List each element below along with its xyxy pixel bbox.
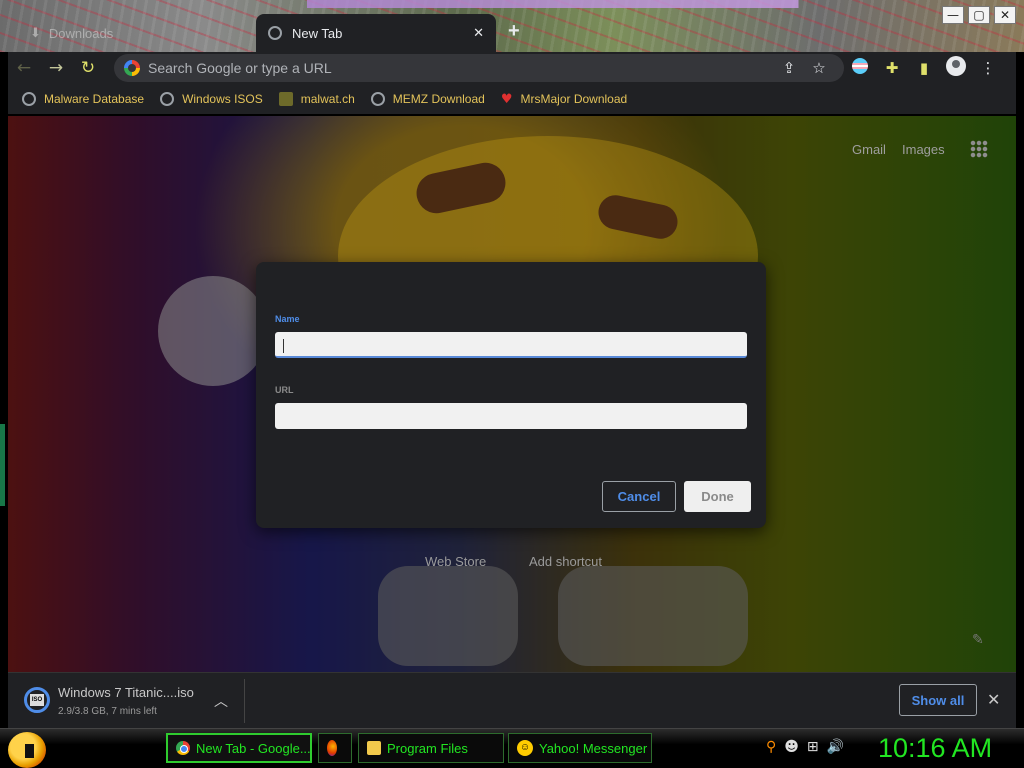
taskbar-program-files[interactable]: Program Files <box>358 733 504 763</box>
left-edge-handle[interactable] <box>0 424 5 506</box>
tab-new-tab[interactable]: New Tab ✕ <box>256 14 496 52</box>
bookmark-mrsmajor-download[interactable]: ♥ MrsMajor Download <box>501 92 627 107</box>
start-button[interactable] <box>8 732 46 768</box>
new-tab-plus-icon[interactable]: + <box>508 20 520 43</box>
heart-icon: ♥ <box>500 91 513 107</box>
side-panel-icon[interactable]: ▮ <box>908 59 940 77</box>
chevron-up-icon[interactable]: ︿ <box>214 691 228 711</box>
taskbar-item-label: Yahoo! Messenger <box>539 740 648 756</box>
google-apps-icon[interactable] <box>970 140 988 158</box>
minimize-button[interactable]: — <box>942 6 964 24</box>
bookmark-label: Malware Database <box>44 92 145 106</box>
google-logo-icon <box>124 60 140 76</box>
done-button[interactable]: Done <box>684 481 751 512</box>
firefox-icon <box>327 740 337 756</box>
extension-flag-icon[interactable] <box>844 58 876 78</box>
shortcut-add-shortcut[interactable]: Add shortcut <box>529 554 602 569</box>
maximize-button[interactable]: ▢ <box>968 6 990 24</box>
extensions-puzzle-icon[interactable]: ✚ <box>876 59 908 77</box>
downloads-bar: ISO Windows 7 Titanic....iso 2.9/3.8 GB,… <box>8 672 1016 728</box>
cancel-button[interactable]: Cancel <box>602 481 676 512</box>
omnibox[interactable]: Search Google or type a URL ⇪ ☆ <box>114 54 844 82</box>
gmail-link[interactable]: Gmail <box>852 142 886 157</box>
system-tray: ⚲ ☻ ⊞ 🔊 <box>766 739 844 755</box>
tab-globe-icon <box>268 26 282 40</box>
taskbar: New Tab - Google... Program Files ☺ Yaho… <box>0 728 1024 768</box>
yahoo-messenger-icon: ☺ <box>517 740 533 756</box>
url-input[interactable] <box>275 403 747 429</box>
omnibox-placeholder: Search Google or type a URL <box>148 60 332 76</box>
background-shoe-right <box>558 566 748 666</box>
kebab-menu-icon[interactable]: ⋮ <box>972 59 1004 77</box>
messenger-tray-icon[interactable]: ☻ <box>784 739 799 755</box>
back-arrow-icon[interactable]: ← <box>8 58 40 78</box>
window-controls: — ▢ ✕ <box>942 6 1016 24</box>
url-label: URL <box>275 385 294 395</box>
taskbar-item-label: Program Files <box>387 740 468 756</box>
reload-icon[interactable]: ↻ <box>72 58 104 78</box>
taskbar-clock[interactable]: 10:16 AM <box>878 733 992 764</box>
tab-new-tab-label: New Tab <box>292 25 343 41</box>
chrome-icon <box>176 741 190 755</box>
name-label: Name <box>275 314 300 324</box>
volume-icon[interactable]: 🔊 <box>827 739 844 755</box>
taskbar-yahoo-messenger[interactable]: ☺ Yahoo! Messenger <box>508 733 652 763</box>
tab-downloads[interactable]: ⬇ Downloads <box>18 14 254 52</box>
bookmark-memz-download[interactable]: MEMZ Download <box>370 92 485 106</box>
customize-pencil-icon[interactable]: ✎ <box>972 632 984 648</box>
browser-toolbar: ← → ↻ Search Google or type a URL ⇪ ☆ ✚ … <box>8 52 1016 84</box>
forward-arrow-icon[interactable]: → <box>40 58 72 78</box>
download-icon: ⬇ <box>30 25 41 41</box>
taskbar-chrome[interactable]: New Tab - Google... <box>166 733 312 763</box>
bookmark-star-icon[interactable]: ☆ <box>804 59 834 77</box>
folder-icon <box>367 741 381 755</box>
bookmark-label: malwat.ch <box>300 92 355 106</box>
show-all-button[interactable]: Show all <box>899 684 977 716</box>
close-window-button[interactable]: ✕ <box>994 6 1016 24</box>
add-shortcut-dialog: Name URL Cancel Done <box>256 262 766 528</box>
close-downloads-icon[interactable]: ✕ <box>987 690 1000 709</box>
tab-downloads-label: Downloads <box>48 25 114 41</box>
background-shoe-left <box>378 566 518 666</box>
malwatch-icon <box>278 92 293 106</box>
download-progress-icon: ISO <box>24 687 50 713</box>
bookmark-label: Windows ISOS <box>182 92 263 106</box>
images-link[interactable]: Images <box>902 142 945 157</box>
bookmark-malware-database[interactable]: Malware Database <box>22 92 144 106</box>
taskbar-firefox[interactable] <box>318 733 352 763</box>
bookmarks-bar: Malware Database Windows ISOS malwat.ch … <box>8 84 1016 114</box>
downloads-divider <box>244 679 245 723</box>
bookmark-malwatch[interactable]: malwat.ch <box>278 92 355 106</box>
network-icon[interactable]: ⊞ <box>807 739 819 755</box>
tab-close-icon[interactable]: ✕ <box>473 25 484 41</box>
globe-icon <box>22 92 36 106</box>
text-caret <box>283 339 284 353</box>
taskbar-item-label: New Tab - Google... <box>196 740 311 756</box>
globe-icon <box>370 92 385 106</box>
download-status: 2.9/3.8 GB, 7 mins left <box>58 706 157 717</box>
window-titlebar[interactable]: ⬇ Downloads New Tab ✕ + — ▢ ✕ <box>0 0 1024 52</box>
download-filename[interactable]: Windows 7 Titanic....iso <box>58 685 194 700</box>
shortcut-web-store[interactable]: Web Store <box>425 554 486 569</box>
iso-file-icon: ISO <box>30 694 44 706</box>
globe-icon <box>160 92 175 106</box>
name-input[interactable] <box>275 332 747 358</box>
share-icon[interactable]: ⇪ <box>774 59 804 77</box>
background-glove <box>158 276 268 386</box>
bookmark-label: MEMZ Download <box>392 92 485 106</box>
search-icon[interactable]: ⚲ <box>766 739 776 755</box>
profile-avatar-icon[interactable] <box>940 56 972 80</box>
bookmark-windows-isos[interactable]: Windows ISOS <box>160 92 263 106</box>
bookmark-label: MrsMajor Download <box>520 92 628 106</box>
